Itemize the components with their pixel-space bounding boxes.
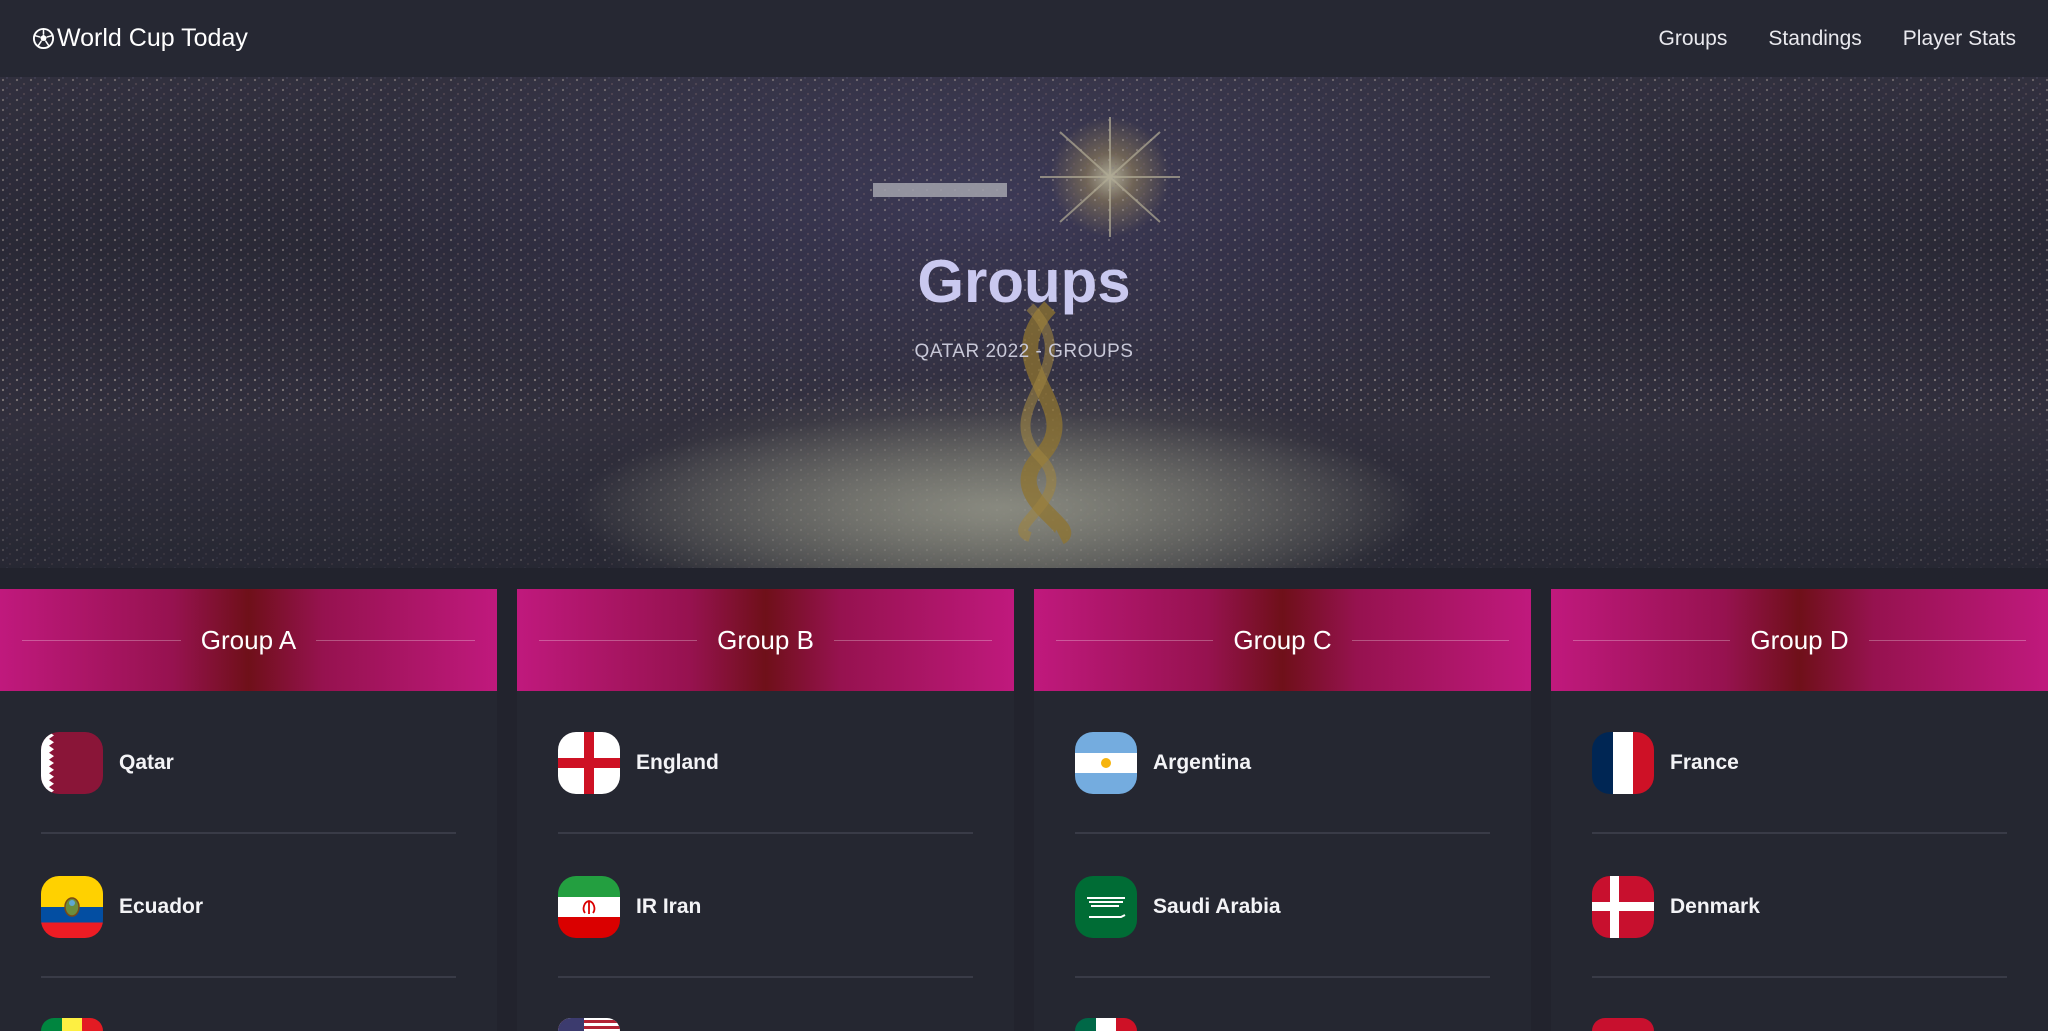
tunisia-flag-icon [1592,1018,1654,1031]
divider [558,832,973,834]
saudi-arabia-flag-icon [1075,876,1137,938]
team-row-england[interactable]: England [558,732,973,794]
team-name: England [636,751,719,774]
team-name: Argentina [1153,751,1252,774]
team-name: Saudi Arabia [1153,895,1281,918]
page-title: Groups [917,248,1131,315]
team-name: Ecuador [119,895,204,918]
iran-flag-icon [558,876,620,938]
group-d-card: Group D France Denmark [1551,589,2048,1031]
team-row-saudi-arabia[interactable]: Saudi Arabia [1075,876,1490,938]
qatar-flag-icon [41,732,103,794]
team-row-argentina[interactable]: Argentina [1075,732,1490,794]
group-header: Group D [1551,589,2048,691]
team-row-france[interactable]: France [1592,732,2007,794]
england-flag-icon [558,732,620,794]
divider [1075,832,1490,834]
page-subtitle: QATAR 2022 - GROUPS [914,341,1134,362]
top-navbar: World Cup Today Groups Standings Player … [0,0,2048,77]
divider [558,976,973,978]
group-title: Group A [200,624,297,655]
group-header: Group A [0,589,497,691]
team-name: IR Iran [636,895,702,918]
group-title: Group D [1750,624,1849,655]
group-title: Group C [1233,624,1332,655]
team-row-qatar[interactable]: Qatar [41,732,456,794]
soccer-ball-icon [32,27,55,50]
divider [41,976,456,978]
divider [1592,976,2007,978]
denmark-flag-icon [1592,876,1654,938]
nav-link-player-stats[interactable]: Player Stats [1903,27,2016,51]
senegal-flag-icon [41,1018,103,1031]
group-title: Group B [717,624,814,655]
divider [41,832,456,834]
nav-link-standings[interactable]: Standings [1768,27,1861,51]
team-row-denmark[interactable]: Denmark [1592,876,2007,938]
france-flag-icon [1592,732,1654,794]
group-a-card: Group A Qatar Ecuador [0,589,497,1031]
team-row-iran[interactable]: IR Iran [558,876,973,938]
hero-banner: Groups QATAR 2022 - GROUPS [0,77,2048,568]
brand-link[interactable]: World Cup Today [32,24,248,53]
team-row-ecuador[interactable]: Ecuador [41,876,456,938]
divider [1592,832,2007,834]
group-c-card: Group C Argentina Saudi Arabia [1034,589,1531,1031]
team-name: France [1670,751,1739,774]
divider [1075,976,1490,978]
usa-flag-icon [558,1018,620,1031]
team-name: Denmark [1670,895,1760,918]
team-name: Qatar [119,751,174,774]
argentina-flag-icon [1075,732,1137,794]
ecuador-flag-icon [41,876,103,938]
group-header: Group C [1034,589,1531,691]
brand-title: World Cup Today [57,24,248,52]
nav-link-groups[interactable]: Groups [1659,27,1728,51]
nav-links: Groups Standings Player Stats [1659,27,2017,51]
group-header: Group B [517,589,1014,691]
mexico-flag-icon [1075,1018,1137,1031]
group-b-card: Group B England IR Iran [517,589,1014,1031]
